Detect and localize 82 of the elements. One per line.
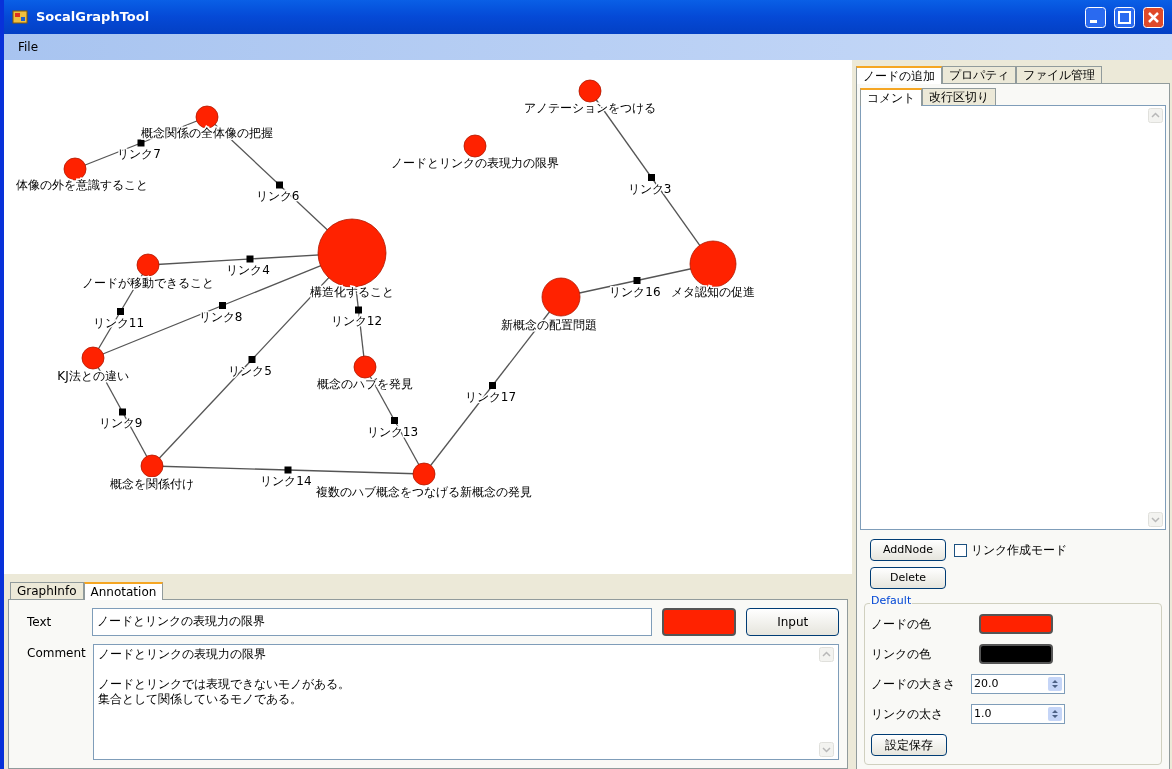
spinner-icon[interactable]: [1048, 677, 1062, 691]
link-handle[interactable]: [391, 417, 398, 424]
link-label: リンク11: [92, 315, 145, 330]
link-handle[interactable]: [648, 174, 655, 181]
node-label: 体像の外を意識すること: [16, 178, 148, 192]
link-handle[interactable]: [117, 308, 124, 315]
text-value: ノードとリンクの表現力の限界: [97, 613, 266, 630]
link-label: リンク13: [366, 424, 419, 439]
link-handle[interactable]: [284, 466, 292, 474]
link-handle[interactable]: [248, 356, 256, 363]
graph-node[interactable]: [63, 157, 87, 181]
input-button[interactable]: Input: [746, 608, 839, 636]
minimize-icon[interactable]: [1085, 6, 1106, 28]
link-label: リンク4: [226, 263, 270, 277]
graph-node[interactable]: [578, 79, 602, 103]
node-label: ノードとリンクの表現力の限界: [391, 156, 559, 170]
text-field[interactable]: ノードとリンクの表現力の限界: [92, 608, 652, 636]
save-settings-button[interactable]: 設定保存: [871, 734, 947, 756]
link-label: リンク12: [330, 314, 383, 328]
node-label: 新概念の配置問題: [501, 318, 597, 332]
link-mode-checkbox[interactable]: [954, 543, 967, 557]
graph-node[interactable]: [136, 253, 160, 277]
link-handle[interactable]: [633, 277, 641, 284]
delete-button[interactable]: Delete: [870, 567, 946, 589]
tab[interactable]: Annotation: [83, 582, 164, 600]
number-field[interactable]: 1.0: [971, 704, 1065, 724]
comment-line: ノードとリンクでは表現できないモノがある。: [98, 677, 350, 692]
link-handle[interactable]: [219, 302, 226, 309]
node-label: KJ法との違い: [57, 369, 129, 383]
link-handle[interactable]: [355, 306, 362, 314]
setting-label: リンクの色: [871, 646, 932, 663]
link-label: リンク5: [228, 363, 272, 378]
node-label: 概念を関係付け: [110, 477, 194, 491]
maximize-icon[interactable]: [1114, 6, 1135, 28]
node-label: 複数のハブ概念をつなげる新概念の発見: [316, 485, 532, 499]
setting-label: ノードの色: [871, 616, 932, 633]
tab[interactable]: GraphInfo: [10, 582, 84, 599]
link-handle[interactable]: [137, 139, 145, 147]
graph-node[interactable]: [412, 462, 436, 486]
tab[interactable]: ファイル管理: [1016, 66, 1102, 83]
graph-node[interactable]: [81, 346, 105, 370]
tab[interactable]: プロパティ: [942, 66, 1016, 83]
window-title: SocalGraphTool: [36, 8, 151, 27]
add-node-button[interactable]: AddNode: [870, 539, 946, 561]
link-label: リンク8: [198, 309, 243, 324]
link-handle[interactable]: [276, 181, 283, 189]
comment-line: 集合として関係しているモノである。: [98, 692, 303, 707]
graph-node[interactable]: [463, 134, 487, 158]
link-label: リンク16: [609, 284, 661, 299]
number-field[interactable]: 20.0: [971, 674, 1065, 694]
graph-node[interactable]: [541, 277, 581, 317]
spinner-icon[interactable]: [1048, 707, 1062, 721]
comment-line: ノードとリンクの表現力の限界: [98, 647, 267, 662]
menu-item[interactable]: File: [12, 38, 45, 56]
color-swatch[interactable]: [979, 614, 1053, 634]
number-value: 1.0: [974, 705, 992, 722]
link-label: リンク14: [260, 474, 312, 488]
node-label: ノードが移動できること: [82, 276, 214, 290]
color-swatch[interactable]: [979, 644, 1053, 664]
link-label: リンク7: [117, 147, 161, 161]
comment-label: Comment: [26, 645, 85, 662]
link-mode-label: リンク作成モード: [971, 542, 1067, 559]
tab[interactable]: ノードの追加: [856, 66, 942, 84]
graph-node[interactable]: [689, 240, 737, 288]
close-icon[interactable]: [1143, 6, 1164, 28]
link-handle[interactable]: [246, 255, 254, 263]
tab[interactable]: コメント: [860, 88, 922, 106]
setting-label: ノードの大きさ: [871, 676, 956, 693]
graph-node[interactable]: [195, 105, 219, 129]
graph-node[interactable]: [140, 454, 164, 478]
color-swatch[interactable]: [661, 608, 737, 636]
graph-node[interactable]: [353, 355, 377, 379]
link-handle[interactable]: [119, 408, 126, 416]
node-label: 概念のハブを発見: [317, 377, 413, 391]
number-value: 20.0: [974, 675, 999, 692]
text-label: Text: [26, 614, 53, 631]
setting-label: リンクの太さ: [871, 706, 944, 723]
graph-node[interactable]: [317, 218, 387, 288]
link-handle[interactable]: [489, 382, 496, 389]
tab[interactable]: 改行区切り: [922, 88, 996, 105]
node-label: メタ認知の促進: [671, 285, 755, 299]
app-icon: [12, 9, 28, 25]
